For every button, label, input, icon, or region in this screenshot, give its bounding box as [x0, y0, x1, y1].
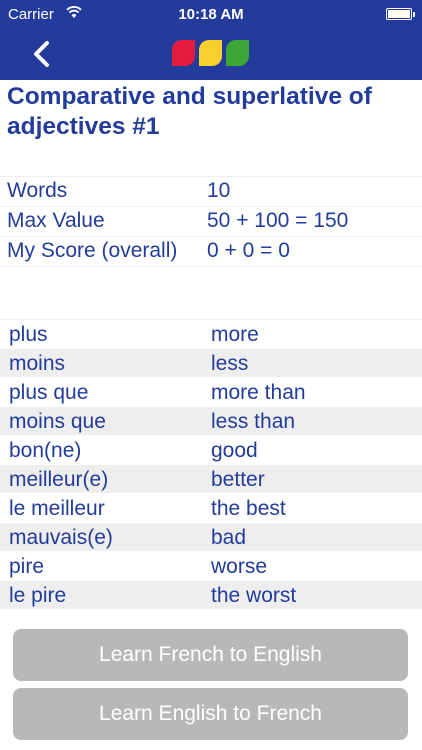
- vocabulary-row: plus more: [0, 320, 422, 349]
- stat-label: My Score (overall): [7, 239, 178, 262]
- vocabulary-row: le meilleur the best: [0, 494, 422, 523]
- french-word: pire: [9, 555, 45, 578]
- status-bar: Carrier 10:18 AM: [0, 0, 422, 28]
- english-word: the worst: [211, 584, 297, 607]
- french-word: plus: [9, 323, 48, 346]
- stat-row-words: Words 10: [0, 176, 422, 206]
- stat-value: 0 + 0 = 0: [207, 239, 290, 262]
- status-time: 10:18 AM: [178, 6, 244, 23]
- french-word: plus que: [9, 381, 89, 404]
- stat-label: Words: [7, 179, 68, 202]
- stat-label: Max Value: [7, 209, 105, 232]
- english-word: better: [211, 468, 265, 491]
- english-word: good: [211, 439, 258, 462]
- french-word: moins: [9, 352, 66, 375]
- vocabulary-row: le pire the worst: [0, 581, 422, 610]
- english-word: bad: [211, 526, 247, 549]
- english-word: the best: [211, 497, 286, 520]
- english-word: more: [211, 323, 259, 346]
- battery-icon: [386, 8, 415, 20]
- stat-row-my-score: My Score (overall) 0 + 0 = 0: [0, 236, 422, 267]
- english-word: less: [211, 352, 249, 375]
- vocabulary-row: meilleur(e) better: [0, 465, 422, 494]
- app-logo: [172, 40, 252, 66]
- stat-row-max-value: Max Value 50 + 100 = 150: [0, 206, 422, 236]
- french-word: moins que: [9, 410, 106, 433]
- vocabulary-row: pire worse: [0, 552, 422, 581]
- french-word: meilleur(e): [9, 468, 109, 491]
- vocabulary-row: mauvais(e) bad: [0, 523, 422, 552]
- logo-green-tile: [226, 40, 249, 66]
- english-word: worse: [211, 555, 268, 578]
- navigation-bar: [0, 28, 422, 80]
- stat-value: 10: [207, 179, 231, 202]
- logo-red-tile: [172, 40, 195, 66]
- lesson-title: Comparative and superlative of adjective…: [7, 83, 372, 140]
- stats-table: Words 10 Max Value 50 + 100 = 150 My Sco…: [0, 176, 422, 267]
- vocabulary-row: moins less: [0, 349, 422, 378]
- chevron-left-icon[interactable]: [28, 39, 56, 69]
- logo-yellow-tile: [199, 40, 222, 66]
- english-word: more than: [211, 381, 306, 404]
- vocabulary-row: bon(ne) good: [0, 436, 422, 465]
- vocabulary-row: plus que more than: [0, 378, 422, 407]
- vocabulary-row: moins que less than: [0, 407, 422, 436]
- french-word: bon(ne): [9, 439, 82, 462]
- learn-english-to-french-button[interactable]: Learn English to French: [13, 688, 408, 740]
- english-word: less than: [211, 410, 296, 433]
- vocabulary-list: plus more moins less plus que more than …: [0, 320, 422, 610]
- french-word: le pire: [9, 584, 67, 607]
- learn-french-to-english-button[interactable]: Learn French to English: [13, 629, 408, 681]
- french-word: le meilleur: [9, 497, 105, 520]
- french-word: mauvais(e): [9, 526, 113, 549]
- stat-value: 50 + 100 = 150: [207, 209, 349, 232]
